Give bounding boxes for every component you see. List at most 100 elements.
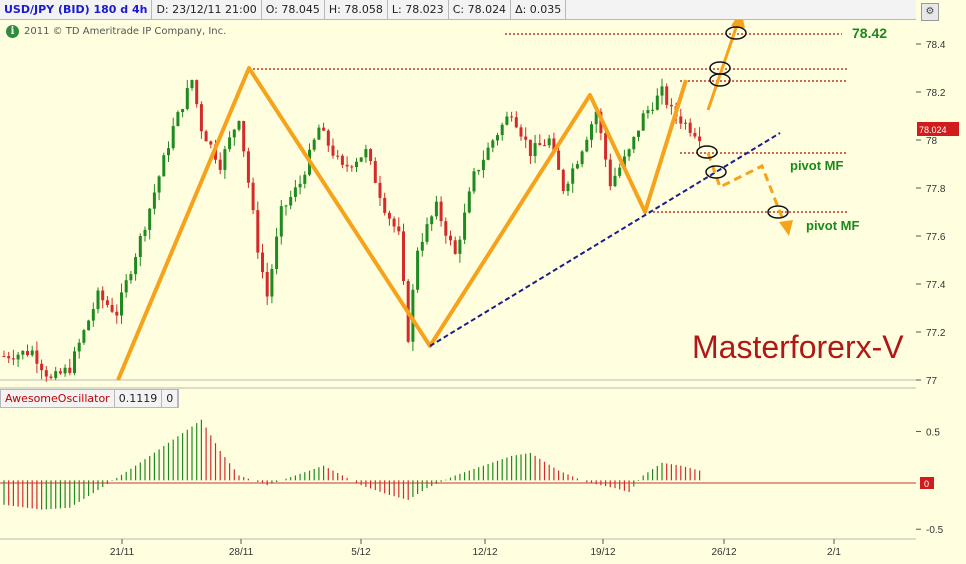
candle-body [2, 356, 6, 357]
candle-body [73, 351, 76, 374]
candle-body [181, 109, 185, 113]
candle-body [120, 292, 123, 316]
candle-body [124, 280, 128, 293]
low-readout: L: 78.023 [388, 0, 449, 19]
candle-body [641, 113, 645, 131]
candle-body [7, 356, 11, 359]
candle-body [416, 250, 420, 290]
ao-tick-label: 0.5 [926, 427, 940, 438]
time-tick-label: 5/12 [351, 547, 371, 558]
candle-body [58, 371, 62, 374]
candle-body [242, 121, 246, 152]
candle-body [444, 221, 448, 236]
candle-body [148, 208, 152, 230]
candle-body [627, 149, 631, 157]
candle-body [35, 350, 39, 364]
candle-body [434, 201, 438, 217]
candle-body [232, 129, 236, 138]
candle-body [486, 147, 490, 160]
info-icon[interactable]: i [6, 25, 19, 38]
candle-body [204, 131, 208, 142]
candle-body [228, 137, 232, 150]
candle-body [538, 143, 542, 146]
oscillator-header: AwesomeOscillator 0.1119 0 [0, 389, 180, 408]
candle-body [373, 160, 377, 183]
candle-body [195, 80, 199, 105]
candle-body [364, 149, 368, 158]
candle-body [21, 350, 25, 355]
candle-body [618, 167, 622, 176]
candle-body [279, 206, 283, 237]
candle-body [26, 350, 29, 356]
candle-body [557, 150, 561, 170]
candle-body [472, 171, 476, 192]
candle-body [176, 112, 180, 127]
candle-body [458, 239, 462, 254]
time-axis: 21/11 28/11 5/12 12/12 19/12 26/12 2/1 [110, 539, 841, 558]
time-tick-label: 19/12 [590, 547, 615, 558]
open-readout: O: 78.045 [262, 0, 325, 19]
time-tick-label: 26/12 [711, 547, 736, 558]
candle-body [270, 269, 274, 297]
oscillator-name[interactable]: AwesomeOscillator [1, 390, 115, 407]
candle-body [326, 130, 330, 146]
candle-body [430, 216, 434, 225]
time-tick-label: 2/1 [827, 547, 841, 558]
candle-body [528, 139, 532, 156]
last-price-label: 78.024 [919, 125, 947, 135]
candle-body [669, 104, 673, 107]
price-tick-label: 78.4 [926, 40, 946, 51]
candle-body [11, 358, 15, 360]
candle-body [152, 192, 156, 209]
candle-body [312, 139, 316, 150]
pivot-label-2: pivot MF [806, 218, 859, 233]
candle-body [439, 201, 443, 222]
price-axis: 78.4 78.2 78 77.8 77.6 77.4 77.2 77 [916, 40, 946, 387]
candle-body [698, 136, 702, 142]
time-tick-label: 21/11 [110, 547, 135, 558]
candle-body [637, 130, 640, 137]
candle-body [256, 210, 260, 253]
price-tick-label: 77 [926, 376, 938, 387]
high-readout: H: 78.058 [325, 0, 388, 19]
candle-body [580, 151, 584, 165]
chart-canvas: 78.42 pivot MF pivot MF Masterforerx-V 7… [0, 10, 959, 558]
candle-body [420, 241, 424, 251]
candle-body [336, 155, 340, 157]
candle-body [660, 86, 664, 96]
chart-settings-button[interactable]: ⚙ [921, 3, 939, 21]
candle-body [96, 290, 100, 310]
ao-tick-label: -0.5 [926, 525, 944, 536]
candle-body [185, 88, 189, 110]
candle-body [246, 151, 250, 183]
candle-body [500, 124, 504, 136]
candle-body [355, 161, 358, 168]
candle-body [496, 135, 499, 141]
candle-body [303, 174, 307, 184]
candle-body [608, 159, 612, 187]
candle-body [209, 141, 213, 145]
candle-body [693, 132, 697, 137]
candle-body [688, 122, 692, 133]
candle-body [510, 116, 514, 118]
change-readout: Δ: 0.035 [511, 0, 567, 19]
price-tick-label: 77.8 [926, 184, 946, 195]
candle-body [63, 367, 67, 374]
candle-body [190, 80, 194, 89]
price-tick-label: 78 [926, 136, 938, 147]
symbol-label[interactable]: USD/JPY (BID) 180 d 4h [0, 0, 153, 19]
candle-body [91, 309, 95, 321]
candle-body [519, 127, 523, 137]
candle-body [298, 183, 302, 188]
candle-body [77, 342, 81, 352]
candle-body [54, 371, 58, 378]
candle-body [449, 235, 452, 241]
candle-body [477, 170, 481, 172]
watermark-text: Masterforerx-V [692, 329, 904, 365]
candle-body [110, 304, 114, 312]
candle-body [129, 274, 133, 281]
candle-body [82, 330, 86, 343]
candle-body [16, 354, 20, 360]
candle-body [505, 116, 509, 125]
price-tick-label: 78.2 [926, 88, 946, 99]
